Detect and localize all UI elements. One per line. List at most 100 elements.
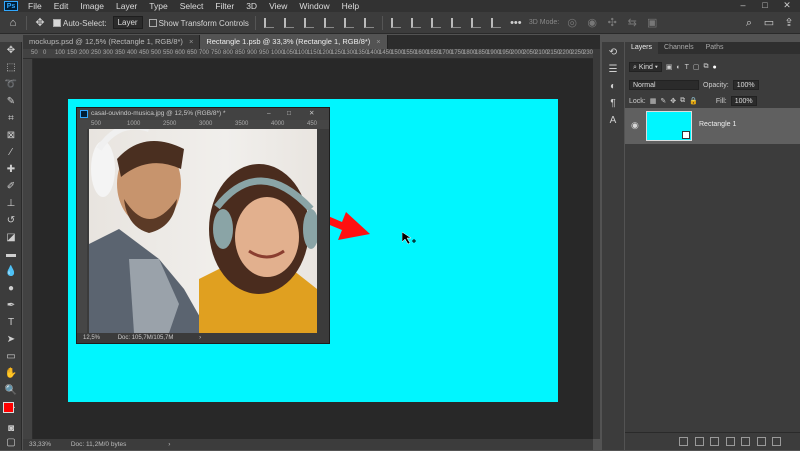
eyedropper-tool-icon[interactable]: ⁄ — [0, 144, 22, 161]
tab-layers[interactable]: Layers — [625, 42, 659, 54]
close-icon[interactable]: ✕ — [309, 108, 314, 120]
distribute-bottom-icon[interactable] — [430, 17, 441, 28]
vertical-scrollbar[interactable] — [593, 49, 600, 439]
3d-roll-icon[interactable]: ◉ — [585, 16, 599, 30]
properties-icon[interactable]: ☰ — [602, 61, 624, 78]
menu-3d[interactable]: 3D — [240, 1, 263, 11]
align-right-icon[interactable] — [303, 17, 314, 28]
floating-window-title[interactable]: casal-ouvindo-musica.jpg @ 12,5% (RGB/8*… — [77, 108, 329, 120]
frame-tool-icon[interactable]: ⊠ — [0, 127, 22, 144]
close-button[interactable]: ✕ — [776, 0, 798, 12]
filter-toggle-icon[interactable]: ● — [713, 64, 717, 71]
paragraph-icon[interactable]: ¶ — [602, 95, 624, 112]
menu-filter[interactable]: Filter — [209, 1, 240, 11]
screen-mode-icon[interactable]: ▢ — [0, 434, 22, 451]
menu-window[interactable]: Window — [293, 1, 335, 11]
blur-tool-icon[interactable]: 💧 — [0, 263, 22, 280]
quick-select-tool-icon[interactable]: ✎ — [0, 93, 22, 110]
type-tool-icon[interactable]: T — [0, 314, 22, 331]
gradient-tool-icon[interactable]: ▬ — [0, 246, 22, 263]
menu-file[interactable]: File — [22, 1, 48, 11]
lock-transparent-icon[interactable]: ▦ — [650, 97, 657, 105]
eraser-tool-icon[interactable]: ◪ — [0, 229, 22, 246]
3d-drag-icon[interactable]: ✣ — [605, 16, 619, 30]
healing-brush-tool-icon[interactable]: ✚ — [0, 161, 22, 178]
menu-type[interactable]: Type — [143, 1, 173, 11]
search-icon[interactable]: ⌕ — [742, 16, 756, 30]
adjustment-layer-icon[interactable] — [725, 437, 735, 446]
filter-adjustment-icon[interactable]: ◐ — [676, 64, 680, 71]
character-icon[interactable]: A — [602, 112, 624, 129]
minimize-button[interactable]: – — [732, 0, 754, 12]
minimize-icon[interactable]: – — [267, 108, 271, 120]
lock-all-icon[interactable]: 🔒 — [689, 97, 698, 105]
lock-artboard-icon[interactable]: ⧉ — [680, 97, 685, 105]
workspace-icon[interactable]: ▭ — [762, 16, 776, 30]
align-bottom-icon[interactable] — [363, 17, 374, 28]
distribute-right-icon[interactable] — [490, 17, 501, 28]
menu-select[interactable]: Select — [174, 1, 210, 11]
tab-mockups[interactable]: mockups.psd @ 12,5% (Rectangle 1, RGB/8*… — [23, 35, 201, 49]
new-group-icon[interactable] — [741, 437, 751, 446]
distribute-top-icon[interactable] — [390, 17, 401, 28]
close-tab-icon[interactable]: × — [189, 37, 193, 46]
tab-channels[interactable]: Channels — [658, 42, 700, 54]
dodge-tool-icon[interactable]: ● — [0, 280, 22, 297]
align-left-icon[interactable] — [263, 17, 274, 28]
align-top-icon[interactable] — [323, 17, 334, 28]
menu-layer[interactable]: Layer — [110, 1, 143, 11]
align-center-icon[interactable] — [283, 17, 294, 28]
lasso-tool-icon[interactable]: ➰ — [0, 76, 22, 93]
path-selection-tool-icon[interactable]: ➤ — [0, 331, 22, 348]
move-tool-icon[interactable]: ✥ — [33, 16, 47, 30]
adjustments-icon[interactable]: ◐ — [602, 78, 624, 95]
blend-mode-dropdown[interactable]: Normal — [629, 80, 699, 90]
distribute-center-icon[interactable] — [470, 17, 481, 28]
pen-tool-icon[interactable]: ✒ — [0, 297, 22, 314]
distribute-middle-icon[interactable] — [410, 17, 421, 28]
kind-filter-dropdown[interactable]: ⌕ Kind ▾ — [629, 62, 662, 72]
brush-tool-icon[interactable]: ✐ — [0, 178, 22, 195]
crop-tool-icon[interactable]: ⌗ — [0, 110, 22, 127]
align-middle-icon[interactable] — [343, 17, 354, 28]
new-layer-icon[interactable] — [756, 437, 766, 446]
floating-zoom-value[interactable]: 12,5% — [83, 335, 100, 341]
lock-position-icon[interactable]: ✥ — [670, 97, 676, 105]
chevron-right-icon[interactable]: › — [199, 335, 201, 341]
zoom-tool-icon[interactable]: 🔍 — [0, 382, 22, 399]
filter-pixel-icon[interactable]: ▣ — [666, 63, 673, 71]
close-tab-icon[interactable]: × — [376, 37, 380, 46]
add-mask-icon[interactable] — [710, 437, 720, 446]
3d-scale-icon[interactable]: ▣ — [645, 16, 659, 30]
lock-pixels-icon[interactable]: ✎ — [660, 97, 666, 105]
layer-row[interactable]: ◉ Rectangle 1 — [625, 108, 800, 144]
auto-select-checkbox[interactable]: Auto-Select: — [53, 18, 107, 28]
menu-view[interactable]: View — [263, 1, 293, 11]
filter-type-icon[interactable]: T — [685, 64, 689, 71]
layer-name[interactable]: Rectangle 1 — [699, 121, 736, 128]
filter-smart-object-icon[interactable]: ⧉ — [704, 63, 709, 71]
history-icon[interactable]: ⟲ — [602, 44, 624, 61]
auto-select-target-dropdown[interactable]: Layer — [112, 16, 143, 29]
distribute-left-icon[interactable] — [450, 17, 461, 28]
menu-help[interactable]: Help — [336, 1, 365, 11]
marquee-tool-icon[interactable]: ⬚ — [0, 59, 22, 76]
menu-image[interactable]: Image — [74, 1, 110, 11]
menu-edit[interactable]: Edit — [48, 1, 75, 11]
rectangle-tool-icon[interactable]: ▭ — [0, 348, 22, 365]
3d-slide-icon[interactable]: ⇆ — [625, 16, 639, 30]
trash-icon[interactable] — [772, 437, 782, 446]
floating-document-window[interactable]: casal-ouvindo-musica.jpg @ 12,5% (RGB/8*… — [76, 107, 330, 344]
3d-rotate-icon[interactable]: ◎ — [565, 16, 579, 30]
clone-stamp-tool-icon[interactable]: ⊥ — [0, 195, 22, 212]
link-layers-icon[interactable] — [679, 437, 688, 446]
home-icon[interactable]: ⌂ — [6, 16, 20, 30]
opacity-input[interactable]: 100% — [732, 80, 759, 90]
chevron-right-icon[interactable]: › — [168, 441, 170, 448]
history-brush-tool-icon[interactable]: ↺ — [0, 212, 22, 229]
foreground-color-swatch[interactable] — [3, 402, 14, 413]
tab-paths[interactable]: Paths — [700, 42, 730, 54]
filter-shape-icon[interactable]: ▢ — [693, 63, 700, 71]
more-options-icon[interactable]: ••• — [509, 16, 523, 30]
share-icon[interactable]: ⇪ — [782, 16, 796, 30]
